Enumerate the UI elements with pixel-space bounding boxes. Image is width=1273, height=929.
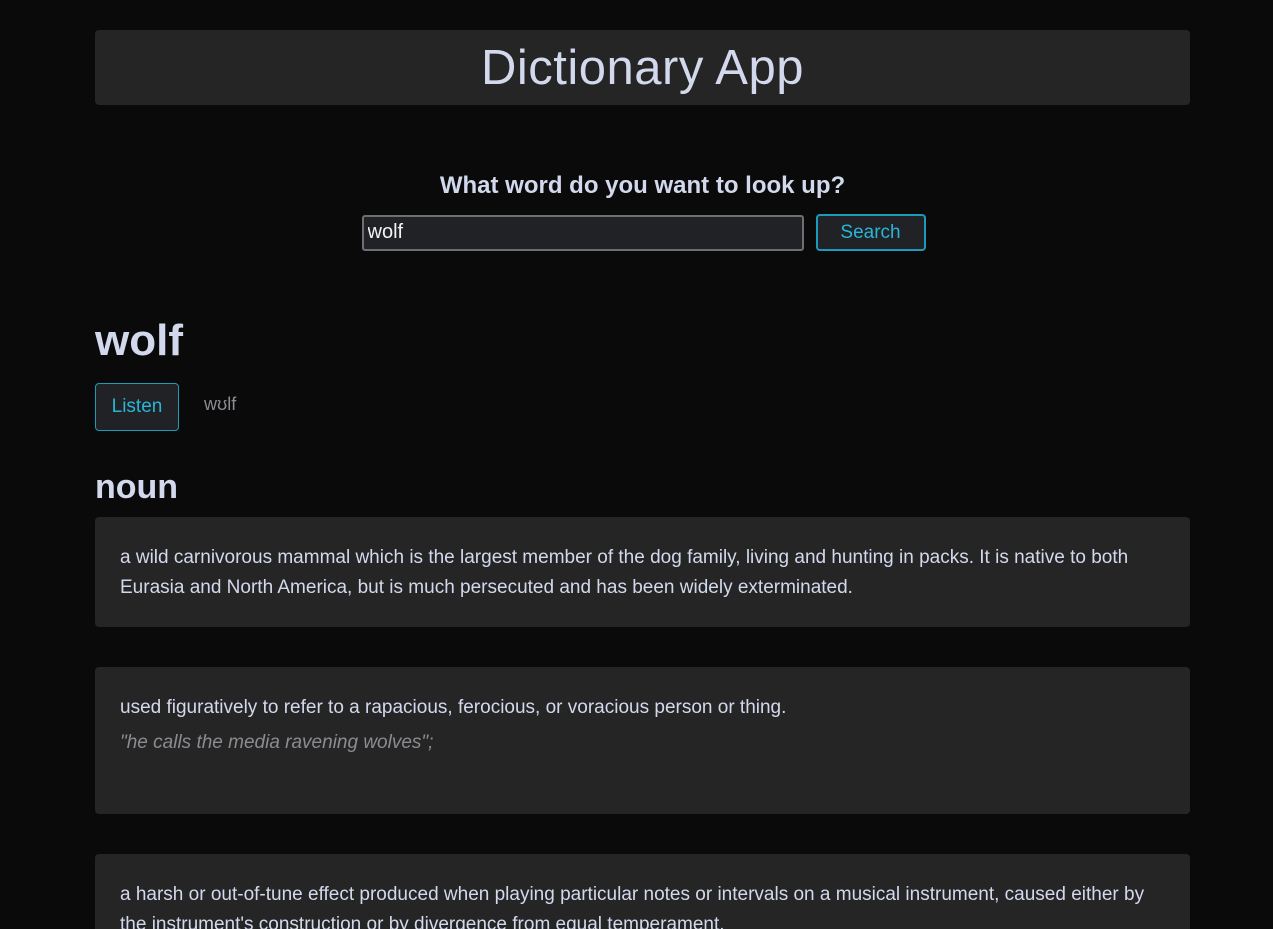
app-header: Dictionary App <box>95 30 1190 105</box>
word-title: wolf <box>95 316 183 365</box>
app-title: Dictionary App <box>481 40 804 95</box>
app-container: Dictionary App What word do you want to … <box>95 30 1190 929</box>
search-section: What word do you want to look up? Search <box>95 171 1190 251</box>
definition-card: used figuratively to refer to a rapaciou… <box>95 667 1190 814</box>
search-prompt: What word do you want to look up? <box>439 172 846 199</box>
definition-example: "he calls the media ravening wolves"; <box>120 732 434 753</box>
definition-text: a harsh or out-of-tune effect produced w… <box>120 884 1145 929</box>
listen-button[interactable]: Listen <box>95 383 179 431</box>
search-button[interactable]: Search <box>815 214 926 251</box>
search-input[interactable] <box>361 214 804 251</box>
definition-card: a harsh or out-of-tune effect produced w… <box>95 854 1190 929</box>
search-row: Search <box>95 214 1190 251</box>
definition-text: a wild carnivorous mammal which is the l… <box>120 547 1129 598</box>
definition-card: a wild carnivorous mammal which is the l… <box>95 517 1190 627</box>
part-of-speech: noun <box>95 468 179 506</box>
definition-text: used figuratively to refer to a rapaciou… <box>120 697 787 718</box>
pronunciation-row: Listen wʊlf <box>95 383 1190 431</box>
word-entry: wolf Listen wʊlf noun a wild carnivorous… <box>95 315 1190 929</box>
phonetic-text: wʊlf <box>204 393 237 414</box>
